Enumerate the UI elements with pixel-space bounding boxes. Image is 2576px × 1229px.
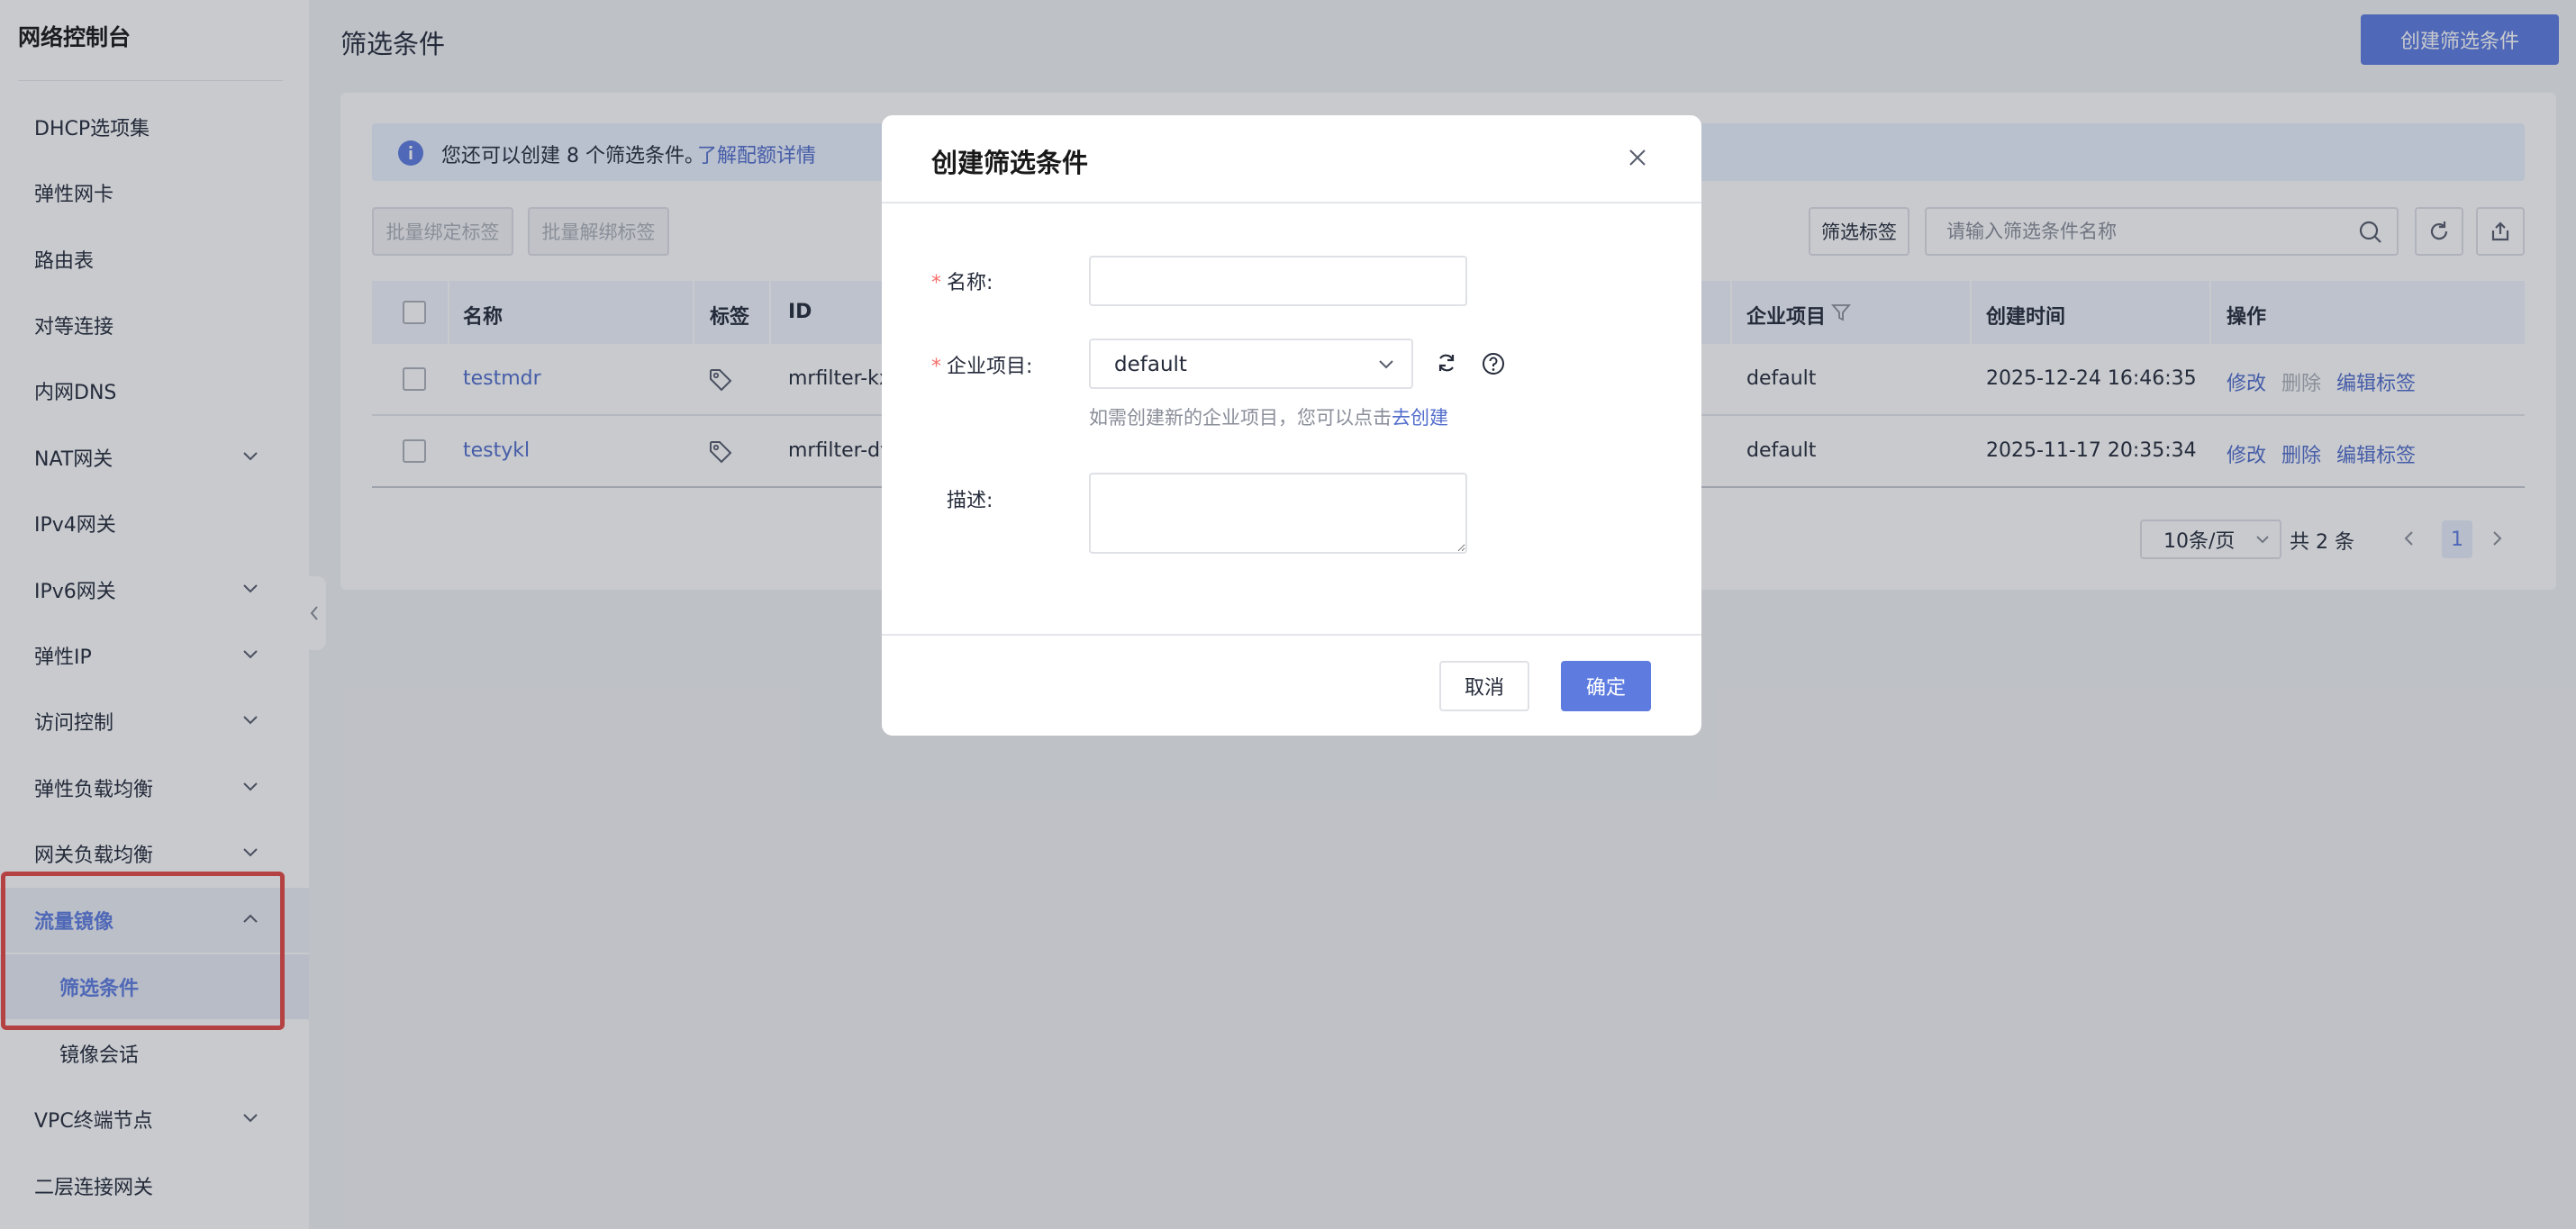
go-create-link[interactable]: 去创建: [1392, 407, 1448, 429]
enterprise-select-value: default: [1114, 353, 1187, 376]
name-label: * 名称:: [931, 272, 993, 294]
dialog-divider: [882, 202, 1701, 203]
cancel-button[interactable]: 取消: [1439, 661, 1529, 711]
create-filter-dialog: 创建筛选条件 * 名称: * 企业项目: default 如需创建新的企业项目，您可…: [882, 115, 1701, 736]
name-input[interactable]: [1089, 256, 1467, 306]
enterprise-hint: 如需创建新的企业项目，您可以点击去创建: [1089, 407, 1448, 429]
chevron-down-icon: [1377, 358, 1395, 371]
refresh-icon[interactable]: [1435, 351, 1458, 375]
enterprise-select[interactable]: default: [1089, 339, 1413, 389]
description-label: 描述:: [947, 490, 993, 512]
dialog-title: 创建筛选条件: [931, 148, 1089, 178]
required-mark: *: [931, 356, 941, 378]
enterprise-label: * 企业项目:: [931, 356, 1033, 378]
required-mark: *: [931, 272, 941, 294]
confirm-button[interactable]: 确定: [1561, 661, 1651, 711]
dialog-divider: [882, 634, 1701, 636]
close-icon[interactable]: [1625, 145, 1650, 170]
help-icon[interactable]: [1482, 352, 1505, 375]
description-textarea[interactable]: [1089, 473, 1467, 554]
